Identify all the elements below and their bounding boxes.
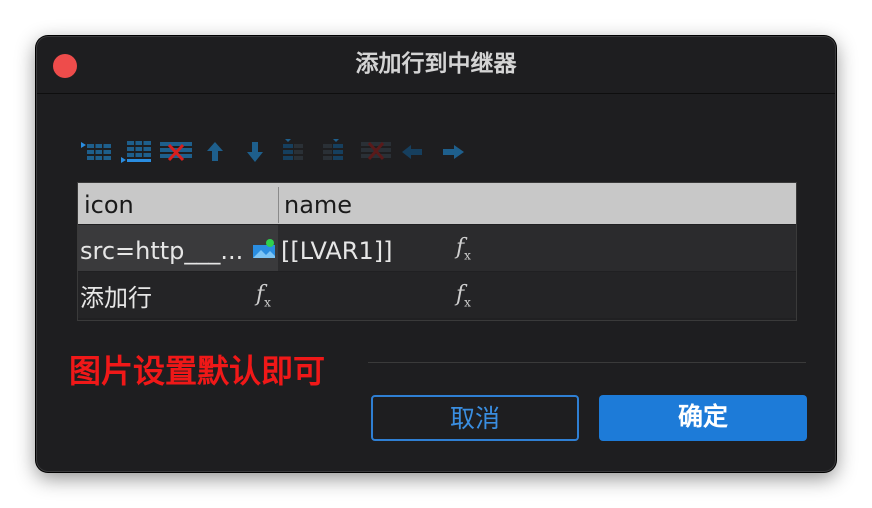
fx-icon[interactable]: fx <box>456 235 471 262</box>
add-row-cell[interactable]: 添加行 <box>80 272 152 318</box>
table-row[interactable]: src=http___... [[LVAR1]] fx <box>78 225 796 271</box>
move-left-icon[interactable] <box>399 137 439 167</box>
dialog: 添加行到中继器 icon name src=http___... [[LVAR1… <box>36 36 836 472</box>
table-row[interactable]: 添加行 fx fx <box>78 272 796 318</box>
cancel-button[interactable]: 取消 <box>371 395 579 441</box>
move-right-icon[interactable] <box>439 137 479 167</box>
footer-divider <box>368 362 806 363</box>
move-up-icon[interactable] <box>199 137 239 167</box>
insert-row-above-icon[interactable] <box>79 137 119 167</box>
table-header: icon name <box>78 183 796 224</box>
column-header-name[interactable]: name <box>278 183 798 224</box>
fx-icon[interactable]: fx <box>256 282 271 309</box>
annotation-note: 图片设置默认即可 <box>69 352 326 390</box>
image-icon[interactable] <box>252 239 276 259</box>
delete-column-icon[interactable] <box>359 137 399 167</box>
insert-column-right-icon[interactable] <box>319 137 359 167</box>
column-header-icon[interactable]: icon <box>78 183 278 224</box>
delete-row-icon[interactable] <box>159 137 199 167</box>
icon-cell[interactable]: src=http___... <box>80 225 243 271</box>
name-cell[interactable]: [[LVAR1]] <box>281 225 392 271</box>
insert-column-left-icon[interactable] <box>279 137 319 167</box>
repeater-data-table: icon name src=http___... [[LVAR1]] fx 添加… <box>77 182 797 321</box>
insert-row-below-icon[interactable] <box>119 137 159 167</box>
dialog-title: 添加行到中继器 <box>355 51 517 77</box>
toolbar <box>79 137 479 167</box>
ok-button[interactable]: 确定 <box>599 395 807 441</box>
move-down-icon[interactable] <box>239 137 279 167</box>
fx-icon[interactable]: fx <box>456 282 471 309</box>
title-bar: 添加行到中继器 <box>37 37 835 94</box>
